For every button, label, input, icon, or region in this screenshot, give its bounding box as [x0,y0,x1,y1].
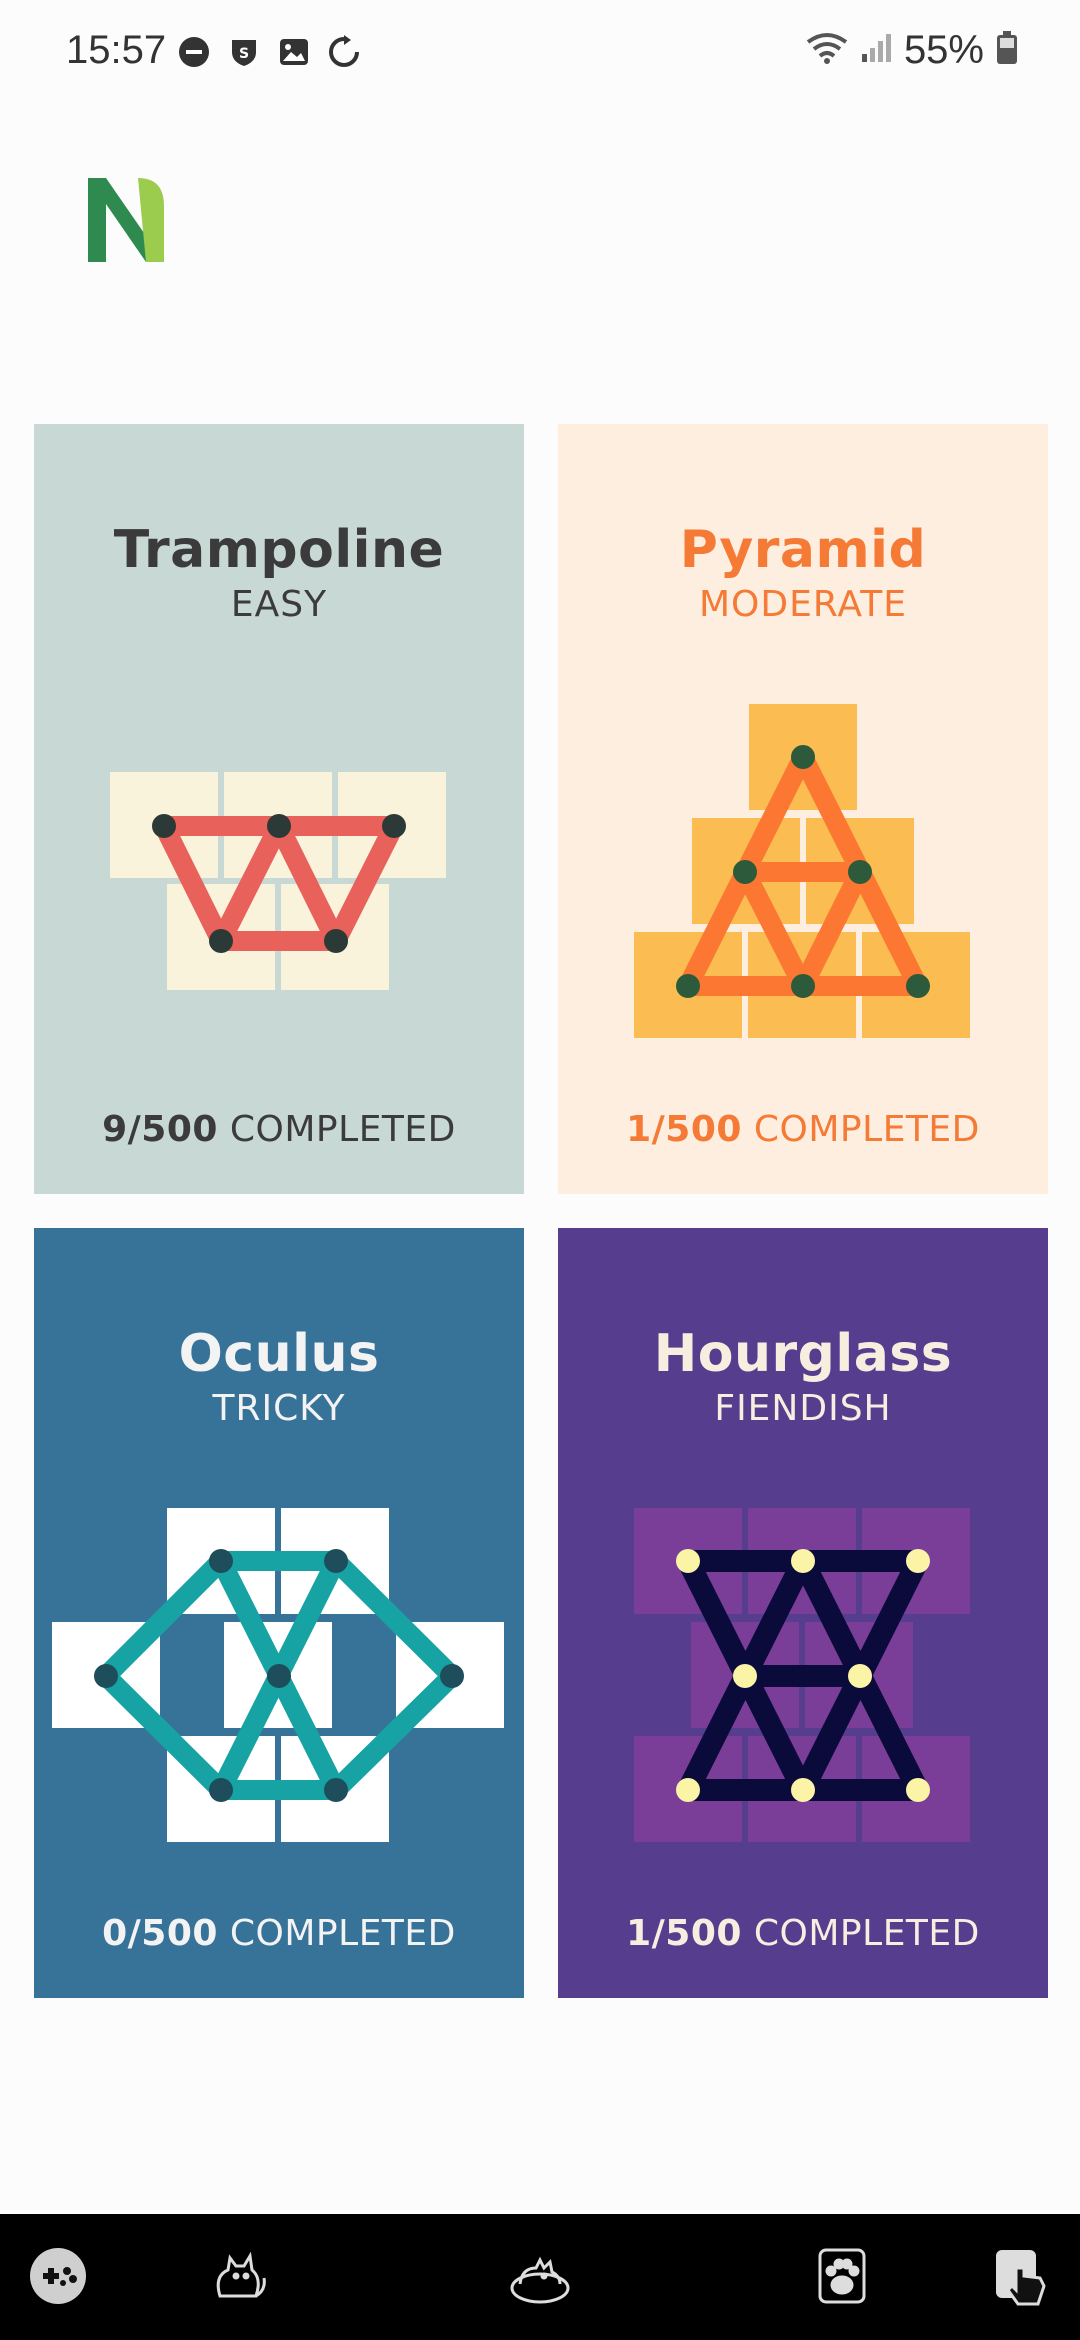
card-title: Pyramid [679,520,927,580]
completed-label: COMPLETED [229,1913,456,1954]
completed-count: 1/500 [626,1913,742,1954]
completed-count: 9/500 [102,1109,218,1150]
card-progress: 1/500 COMPLETED [558,1913,1048,1954]
bottom-navigation [0,2214,1080,2340]
completed-label: COMPLETED [753,1109,980,1150]
hand-tap-icon[interactable] [990,2244,1054,2308]
cat-icon[interactable] [206,2244,270,2308]
paw-icon[interactable] [810,2244,874,2308]
oculus-puzzle-icon [52,1508,504,1842]
sync-icon [326,34,362,70]
shield-icon: S [226,34,262,70]
status-notification-icons: S [176,34,362,70]
card-difficulty: FIENDISH [714,1388,892,1429]
gamepad-icon[interactable] [26,2244,90,2308]
card-difficulty: MODERATE [699,584,907,625]
completed-count: 1/500 [626,1109,742,1150]
completed-count: 0/500 [102,1913,218,1954]
battery-percentage: 55% [903,28,984,72]
puzzle-card-oculus[interactable]: Oculus TRICKY 0/500 COMPLETED [34,1228,524,1998]
status-system-icons: 55% [806,28,1018,73]
card-title: Hourglass [653,1324,953,1384]
signal-icon [860,32,892,69]
image-icon [276,34,312,70]
card-progress: 0/500 COMPLETED [34,1913,524,1954]
card-title: Oculus [178,1324,380,1384]
status-time: 15:57 [66,28,167,72]
card-difficulty: EASY [230,584,328,625]
puzzle-card-trampoline[interactable]: Trampoline EASY 9/500 COMPLETED [34,424,524,1194]
card-title: Trampoline [113,520,445,580]
card-progress: 9/500 COMPLETED [34,1109,524,1150]
puzzle-card-pyramid[interactable]: Pyramid MODERATE 1/500 COMPLETED [558,424,1048,1194]
svg-text:S: S [239,46,249,62]
cat-bed-icon[interactable] [508,2244,572,2308]
app-logo [86,176,166,264]
card-progress: 1/500 COMPLETED [558,1109,1048,1150]
hourglass-puzzle-icon [634,1508,970,1842]
puzzle-card-hourglass[interactable]: Hourglass FIENDISH 1/500 COMPLETED [558,1228,1048,1998]
pyramid-puzzle-icon [634,704,970,1038]
trampoline-puzzle-icon [110,772,446,990]
completed-label: COMPLETED [229,1109,456,1150]
completed-label: COMPLETED [753,1913,980,1954]
wifi-icon [806,32,848,69]
card-difficulty: TRICKY [212,1388,346,1429]
do-not-disturb-icon [176,34,212,70]
battery-icon [996,31,1018,70]
status-bar: 15:57 S 55% [0,0,1080,110]
